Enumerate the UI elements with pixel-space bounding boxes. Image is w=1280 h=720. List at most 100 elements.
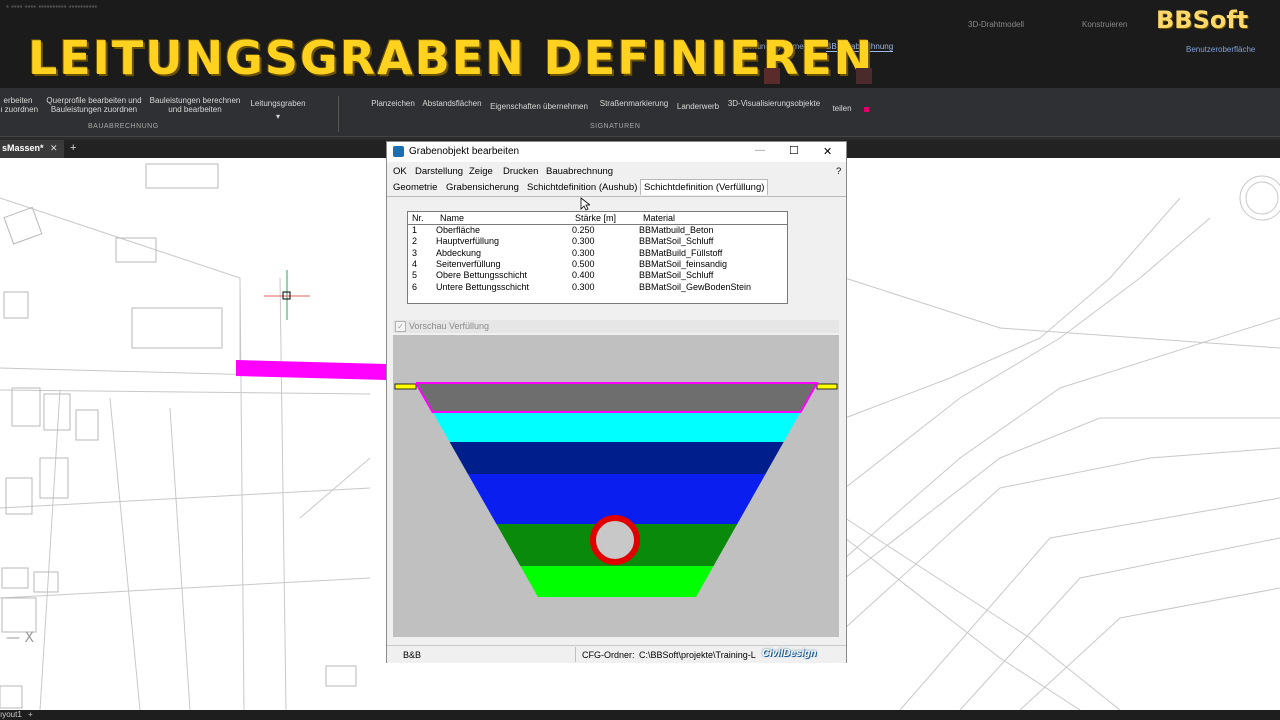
column-header-name[interactable]: Name [440, 213, 464, 223]
chevron-down-icon[interactable]: ▾ [274, 112, 282, 121]
mouse-cursor-icon [580, 197, 590, 211]
tab-grabensicherung[interactable]: Grabensicherung [443, 180, 522, 195]
ribbon-button-landerwerb[interactable]: Landerwerb [672, 102, 724, 111]
dialog-tabs: Geometrie Grabensicherung Schichtdefinit… [387, 179, 846, 197]
svg-text:— X: — X [6, 630, 34, 646]
ribbon-button-road-marking[interactable]: Straßenmarkierung [594, 99, 674, 108]
ribbon-group-label: SIGNATUREN [590, 123, 641, 130]
overlay-title: LEITUNGSGRABEN DEFINIEREN [28, 31, 875, 85]
table-row[interactable]: 6 Untere Bettungsschicht 0.300 BBMatSoil_Ge… [408, 282, 787, 293]
tab-schichtdefinition-verfuellung[interactable]: Schichtdefinition (Verfüllung) [640, 179, 769, 195]
cell-name: Obere Bettungsschicht [436, 270, 528, 281]
cell-name: Abdeckung [436, 247, 482, 258]
ribbon-button-planzeichen[interactable]: Planzeichen [368, 99, 418, 108]
cell-nr: 3 [412, 247, 418, 258]
ribbon-button-3d-visualization[interactable]: 3D-Visualisierungsobjekte [722, 99, 826, 108]
cell-staerke: 0.500 [572, 258, 595, 269]
ribbon-button-abstandsflaechen[interactable]: Abstandsflächen [420, 99, 484, 108]
table-row[interactable]: 1 Oberfläche 0.250 BBMatbuild_Beton [408, 225, 787, 236]
tab-schichtdefinition-aushub[interactable]: Schichtdefinition (Aushub) [524, 180, 640, 195]
cell-staerke: 0.300 [572, 236, 595, 247]
app-icon [393, 146, 404, 157]
menu-drucken[interactable]: Drucken [503, 166, 538, 177]
layer-hauptverfuellung [432, 412, 801, 442]
cell-material: BBMatbuild_Beton [639, 225, 714, 235]
status-cfg-path: C:\BBSoft\projekte\Training-L [639, 650, 756, 660]
column-header-staerke[interactable]: Stärke [m] [575, 213, 616, 223]
menu-darstellung[interactable]: Darstellung [415, 166, 463, 177]
ribbon-panel: erbeiten ı zuordnen Querprofile bearbeit… [0, 88, 1280, 137]
close-button[interactable]: ✕ [823, 145, 832, 158]
cell-material: BBMatSoil_feinsandig [639, 258, 728, 269]
menu-ok[interactable]: OK [393, 166, 407, 177]
table-row[interactable]: 2 Hauptverfüllung 0.300 BBMatSoil_Schluff [408, 236, 787, 247]
dialog-titlebar[interactable]: Grabenobjekt bearbeiten — ☐ ✕ [387, 142, 846, 162]
cell-name: Seitenverfüllung [436, 258, 501, 269]
pipe [590, 515, 640, 565]
surface-right [816, 383, 838, 390]
ribbon-small-icon[interactable] [864, 107, 869, 112]
layout-tab-bar: ıyout1 + [0, 710, 1280, 720]
ribbon-divider [338, 96, 339, 132]
add-tab-button[interactable]: + [70, 142, 76, 154]
minimize-button[interactable]: — [755, 145, 765, 156]
layer-untere-bettung [520, 566, 714, 597]
ribbon-button-transfer-properties[interactable]: Eigenschaften übernehmen [486, 102, 592, 111]
dialog-statusbar: B&B CFG-Ordner: C:\BBSoft\projekte\Train… [387, 645, 846, 663]
layer-abdeckung [449, 442, 784, 474]
ribbon-icon [764, 68, 780, 84]
trench-cross-section [394, 382, 838, 597]
ribbon-tab-construct[interactable]: Konstruieren [1082, 20, 1127, 29]
status-divider [575, 647, 576, 662]
layer-table: Nr. Name Stärke [m] Material 1 Oberfläche… [407, 211, 788, 304]
civildesign-logo: CivilDesign [762, 648, 817, 659]
ribbon-button-leitungsgraben[interactable]: Leitungsgraben [248, 99, 308, 108]
ribbon-icon [856, 68, 872, 84]
column-header-nr[interactable]: Nr. [412, 213, 424, 223]
menu-zeige[interactable]: Zeige [469, 166, 493, 177]
cell-staerke: 0.250 [572, 225, 595, 235]
menu-bauabrechnung[interactable]: Bauabrechnung [546, 166, 613, 177]
table-row[interactable]: 5 Obere Bettungsschicht 0.400 BBMatSoil_Sch… [408, 270, 787, 281]
document-tab[interactable]: sMassen* ✕ [0, 140, 64, 158]
cell-staerke: 0.300 [572, 281, 595, 292]
application-titlebar: ▪ ▪▪▪▪ ▪▪▪▪ ▪▪▪▪▪▪▪▪▪▪ ▪▪▪▪▪▪▪▪▪▪ 3D-Dra… [0, 0, 1280, 100]
status-cfg-label: CFG-Ordner: [582, 650, 635, 660]
grabenobjekt-dialog: Grabenobjekt bearbeiten — ☐ ✕ OK Darstel… [386, 141, 847, 663]
cell-nr: 2 [412, 236, 418, 247]
dialog-title: Grabenobjekt bearbeiten [409, 146, 520, 157]
preview-checkbox-label: Vorschau Verfüllung [409, 321, 490, 331]
cell-material: BBMatSoil_Schluff [639, 270, 714, 281]
ribbon-tab-user-interface[interactable]: Benutzeroberfläche [1186, 45, 1255, 54]
cell-nr: 6 [412, 281, 418, 292]
brand-logo: BBSoft [1156, 6, 1249, 34]
table-row[interactable]: 3 Abdeckung 0.300 BBMatBuild_Füllstoff [408, 248, 787, 259]
ribbon-button-assign[interactable]: erbeiten ı zuordnen [0, 96, 42, 114]
ribbon-tab-3d-wireframe[interactable]: 3D-Drahtmodell [968, 20, 1024, 29]
cell-nr: 4 [412, 258, 418, 269]
ribbon-button-edit-cross-sections[interactable]: Querprofile bearbeiten und Bauleistungen… [44, 96, 144, 114]
cell-material: BBMatSoil_GewBodenStein [639, 281, 752, 292]
dialog-menubar: OK Darstellung Zeige Drucken Bauabrechnu… [387, 162, 846, 179]
document-tab-label: sMassen* [2, 143, 44, 153]
add-layout-button[interactable]: + [28, 710, 33, 720]
layout-tab[interactable]: ıyout1 [0, 710, 22, 720]
close-icon[interactable]: ✕ [50, 143, 58, 154]
cell-name: Oberfläche [436, 225, 481, 235]
maximize-button[interactable]: ☐ [789, 144, 799, 157]
cell-staerke: 0.300 [572, 247, 595, 258]
cell-name: Untere Bettungsschicht [436, 281, 530, 292]
table-row[interactable]: 4 Seitenverfüllung 0.500 BBMatSoil_feinsand… [408, 259, 787, 270]
status-company: B&B [403, 650, 422, 660]
tab-geometrie[interactable]: Geometrie [390, 180, 440, 195]
preview-checkbox-row: ✓ Vorschau Verfüllung [393, 320, 839, 333]
cell-material: BBMatBuild_Füllstoff [639, 247, 723, 258]
ribbon-button-split[interactable]: teilen [828, 104, 856, 113]
cell-material: BBMatSoil_Schluff [639, 236, 714, 247]
column-header-material[interactable]: Material [643, 213, 675, 223]
layer-oberflaeche [416, 383, 817, 412]
help-button[interactable]: ? [836, 166, 841, 177]
preview-checkbox[interactable]: ✓ [395, 321, 406, 332]
cell-nr: 5 [412, 270, 418, 281]
ribbon-button-calculate-services[interactable]: Bauleistungen berechnen und bearbeiten [146, 96, 244, 114]
